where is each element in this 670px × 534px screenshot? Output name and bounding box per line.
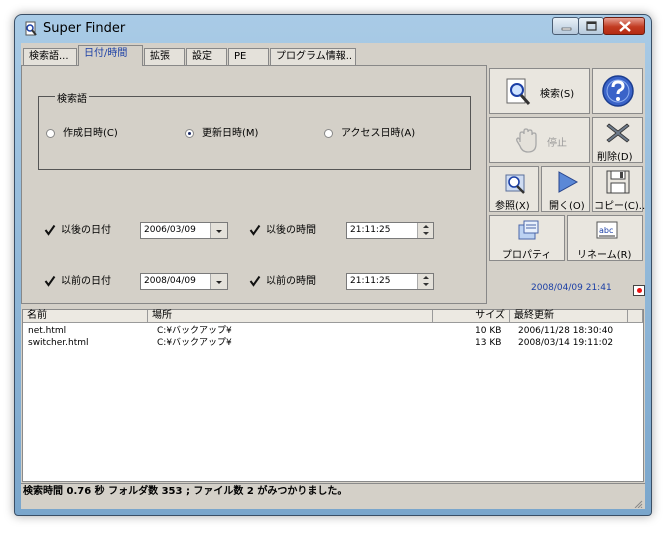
close-button[interactable] bbox=[603, 17, 645, 35]
row-size: 13 KB bbox=[475, 338, 502, 348]
browse-button-label: 参照(X) bbox=[495, 201, 530, 212]
row-name: switcher.html bbox=[28, 338, 89, 348]
before-time-field[interactable]: 21:11:25 bbox=[346, 273, 434, 290]
tab-pe[interactable]: PE bbox=[228, 48, 269, 65]
before-date-field[interactable]: 2008/04/09 bbox=[140, 273, 228, 290]
app-window: Super Finder 検索語... 日付/時間 拡張 設定 PE プログラム… bbox=[14, 14, 652, 516]
radio-created-dot bbox=[46, 129, 55, 138]
checkmark-icon bbox=[44, 275, 56, 287]
radio-created-label: 作成日時(C) bbox=[63, 128, 118, 139]
column-header-size[interactable]: サイズ bbox=[433, 310, 510, 323]
copy-button[interactable]: コピー(C).. bbox=[592, 166, 646, 212]
open-button[interactable]: 開く(O) bbox=[541, 166, 590, 212]
radio-accessed-label: アクセス日時(A) bbox=[341, 128, 416, 139]
rename-button-label: リネーム(R) bbox=[577, 250, 632, 261]
column-header-modified[interactable]: 最終更新 bbox=[510, 310, 628, 323]
after-time-stepper[interactable] bbox=[417, 223, 433, 238]
rename-button[interactable]: abc リネーム(R) bbox=[567, 215, 643, 261]
copy-button-label: コピー(C).. bbox=[594, 201, 646, 212]
tab-search-terms[interactable]: 検索語... bbox=[23, 48, 77, 65]
title-bar[interactable]: Super Finder bbox=[15, 15, 651, 43]
search-group: 検索語 作成日時(C) 更新日時(M) アクセス日時(A) bbox=[38, 90, 471, 170]
radio-modified-dot bbox=[185, 129, 194, 138]
tab-date-time[interactable]: 日付/時間 bbox=[78, 45, 143, 66]
chevron-down-icon bbox=[216, 281, 222, 284]
play-icon bbox=[558, 171, 579, 193]
properties-button[interactable]: プロパティ bbox=[489, 215, 565, 261]
row-name: net.html bbox=[28, 326, 67, 336]
before-date-value: 2008/04/09 bbox=[144, 276, 196, 286]
floppy-disk-icon bbox=[606, 170, 630, 194]
results-list[interactable]: 名前 場所 サイズ 最終更新 net.html C:¥バックアップ¥ 10 KB… bbox=[22, 309, 644, 482]
maximize-button[interactable] bbox=[578, 17, 604, 35]
radio-accessed-dot bbox=[324, 129, 333, 138]
browse-button[interactable]: 参照(X) bbox=[489, 166, 539, 212]
help-button[interactable] bbox=[592, 68, 643, 114]
hand-stop-icon bbox=[516, 128, 537, 153]
before-time-stepper[interactable] bbox=[417, 274, 433, 289]
client-area: 検索語... 日付/時間 拡張 設定 PE プログラム情報.. 検索語 作成日時… bbox=[21, 43, 645, 509]
record-indicator-icon[interactable] bbox=[633, 285, 645, 296]
after-date-value: 2006/03/09 bbox=[144, 225, 196, 235]
row-modified: 2006/11/28 18:30:40 bbox=[518, 326, 614, 336]
after-time-label: 以後の時間 bbox=[266, 225, 316, 236]
search-icon bbox=[506, 78, 531, 105]
after-time-value: 21:11:25 bbox=[350, 225, 391, 235]
row-size: 10 KB bbox=[475, 326, 502, 336]
before-date-dropdown[interactable] bbox=[210, 274, 227, 289]
resize-grip-icon[interactable] bbox=[631, 500, 643, 508]
after-time-field[interactable]: 21:11:25 bbox=[346, 222, 434, 239]
checkmark-icon bbox=[44, 224, 56, 236]
after-date-label: 以後の日付 bbox=[61, 225, 111, 236]
row-modified: 2008/03/14 19:11:02 bbox=[518, 338, 614, 348]
delete-icon bbox=[606, 123, 630, 143]
rename-abc-icon: abc bbox=[596, 221, 618, 239]
column-header-filler bbox=[628, 310, 643, 323]
row-location: C:¥バックアップ¥ bbox=[157, 326, 232, 336]
checkmark-icon bbox=[249, 275, 261, 287]
chevron-down-icon bbox=[216, 230, 222, 233]
properties-button-label: プロパティ bbox=[502, 250, 552, 261]
delete-button[interactable]: 削除(D) bbox=[592, 117, 643, 163]
stop-button[interactable]: 停止 bbox=[489, 117, 590, 163]
search-button[interactable]: 検索(S) bbox=[489, 68, 590, 114]
browse-folder-icon bbox=[505, 174, 525, 194]
after-date-field[interactable]: 2006/03/09 bbox=[140, 222, 228, 239]
date-time-panel: 検索語 作成日時(C) 更新日時(M) アクセス日時(A) 以後の日付 2006… bbox=[21, 65, 487, 304]
window-title: Super Finder bbox=[43, 21, 126, 36]
app-icon bbox=[25, 21, 37, 36]
status-bar-message: 検索時間 0.76 秒 フォルダ数 353 ; ファイル数 2 がみつかりました… bbox=[21, 483, 645, 501]
search-group-title: 検索語 bbox=[55, 90, 89, 105]
close-icon bbox=[619, 21, 631, 32]
before-time-value: 21:11:25 bbox=[350, 276, 391, 286]
minimize-button[interactable] bbox=[552, 17, 579, 35]
search-button-label: 検索(S) bbox=[540, 89, 575, 100]
tab-settings[interactable]: 設定 bbox=[186, 48, 227, 65]
radio-modified-label: 更新日時(M) bbox=[202, 128, 259, 139]
after-date-dropdown[interactable] bbox=[210, 223, 227, 238]
row-location: C:¥バックアップ¥ bbox=[157, 338, 232, 348]
properties-icon bbox=[518, 220, 539, 240]
column-header-location[interactable]: 場所 bbox=[148, 310, 433, 323]
delete-button-label: 削除(D) bbox=[597, 152, 633, 163]
status-bar bbox=[21, 500, 645, 509]
before-date-label: 以前の日付 bbox=[61, 276, 111, 287]
tab-program-info[interactable]: プログラム情報.. bbox=[270, 48, 356, 65]
checkmark-icon bbox=[249, 224, 261, 236]
column-header-name[interactable]: 名前 bbox=[23, 310, 148, 323]
open-button-label: 開く(O) bbox=[549, 201, 585, 212]
current-datetime: 2008/04/09 21:41 bbox=[531, 283, 612, 293]
stop-button-label: 停止 bbox=[547, 138, 567, 149]
help-icon bbox=[602, 75, 634, 107]
svg-text:abc: abc bbox=[599, 226, 613, 235]
tab-extension[interactable]: 拡張 bbox=[144, 48, 185, 65]
before-time-label: 以前の時間 bbox=[266, 276, 316, 287]
